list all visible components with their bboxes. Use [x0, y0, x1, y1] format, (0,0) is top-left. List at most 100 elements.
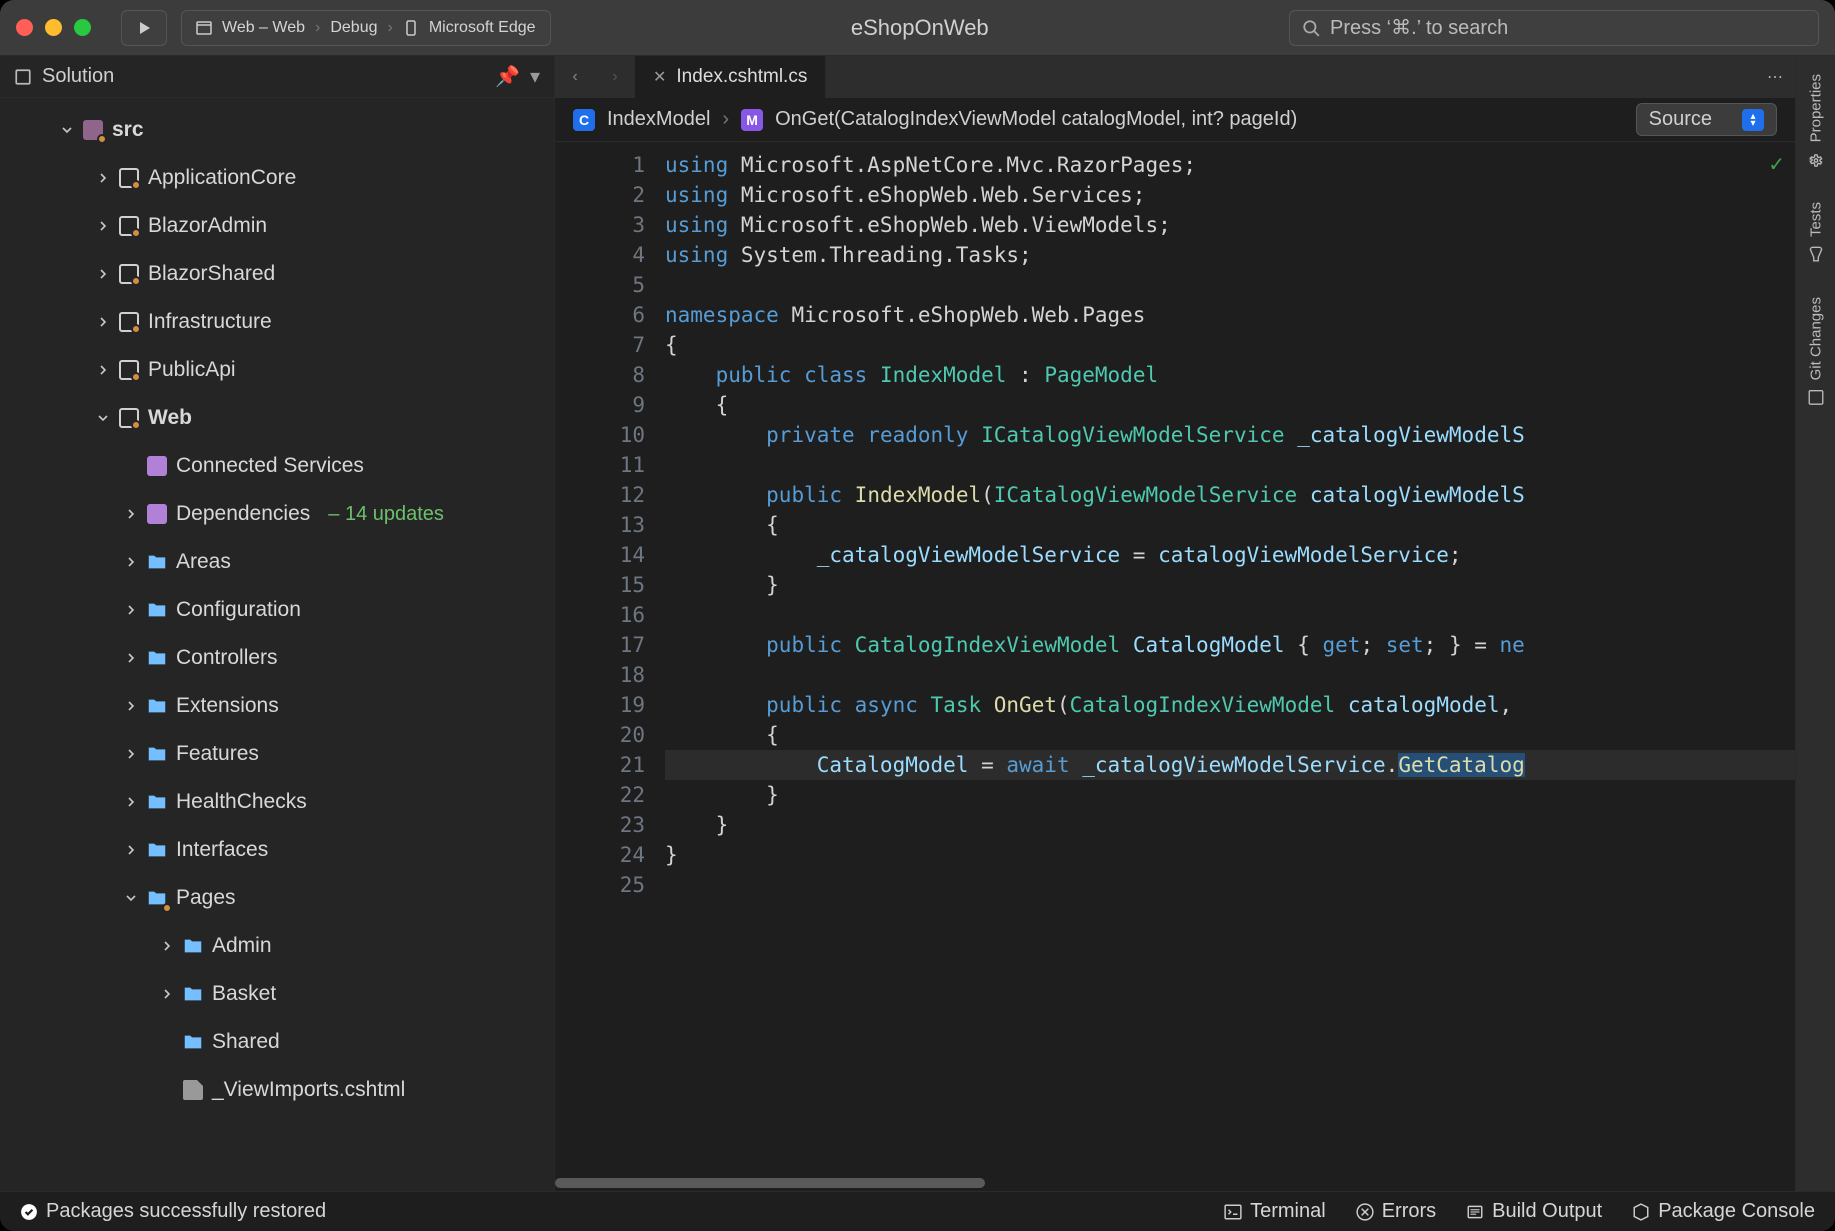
tree-item-label: Shared — [212, 1030, 280, 1054]
global-search-input[interactable]: Press ‘⌘.’ to search — [1289, 10, 1819, 46]
folder-icon — [146, 743, 168, 765]
tree-item[interactable]: Basket — [0, 970, 554, 1018]
horizontal-scrollbar[interactable] — [555, 1175, 1795, 1191]
scrollbar-thumb[interactable] — [555, 1178, 985, 1188]
search-icon — [1302, 19, 1320, 37]
app-title: eShopOnWeb — [565, 15, 1275, 41]
chevron-right-icon[interactable] — [124, 604, 138, 616]
run-browser-label: Microsoft Edge — [429, 19, 536, 37]
tree-item[interactable]: Controllers — [0, 634, 554, 682]
nav-back-button[interactable]: ‹ — [555, 56, 595, 98]
tree-item[interactable]: Extensions — [0, 682, 554, 730]
rail-tab-git changes[interactable]: Git Changes — [1807, 297, 1825, 406]
chevron-right-icon[interactable] — [96, 172, 110, 184]
file-icon — [182, 1079, 204, 1101]
tree-item[interactable]: Areas — [0, 538, 554, 586]
chevron-right-icon[interactable] — [124, 796, 138, 808]
chevron-right-icon[interactable] — [124, 508, 138, 520]
tree-item[interactable]: Configuration — [0, 586, 554, 634]
tree-item[interactable]: BlazorShared — [0, 250, 554, 298]
tree-item-label: BlazorShared — [148, 262, 275, 286]
solution-tree[interactable]: src ApplicationCore BlazorAdmin BlazorSh… — [0, 98, 554, 1191]
tree-item[interactable]: BlazorAdmin — [0, 202, 554, 250]
close-window-button[interactable] — [16, 19, 33, 36]
titlebar: Web – Web › Debug › Microsoft Edge eShop… — [0, 0, 1835, 56]
chevron-right-icon[interactable] — [124, 556, 138, 568]
file-tab-label: Index.cshtml.cs — [676, 66, 807, 88]
chevron-down-icon[interactable]: ▾ — [530, 64, 540, 89]
tree-item[interactable]: Features — [0, 730, 554, 778]
breadcrumb-class[interactable]: IndexModel — [607, 108, 710, 131]
panel-build-output-button[interactable]: Build Output — [1466, 1200, 1602, 1223]
tree-item[interactable]: Infrastructure — [0, 298, 554, 346]
tree-item[interactable]: Dependencies – 14 updates — [0, 490, 554, 538]
tree-item[interactable]: Pages — [0, 874, 554, 922]
line-number-gutter: 1234567891011121314151617181920212223242… — [555, 142, 665, 908]
source-view-dropdown[interactable]: Source — [1636, 103, 1777, 136]
tree-item[interactable]: PublicApi — [0, 346, 554, 394]
tree-item[interactable]: _ViewImports.cshtml — [0, 1066, 554, 1114]
tests-icon — [1807, 245, 1825, 263]
tree-item-label: PublicApi — [148, 358, 236, 382]
tree-item[interactable]: Admin — [0, 922, 554, 970]
chevron-right-icon[interactable] — [96, 220, 110, 232]
chevron-right-icon[interactable] — [96, 316, 110, 328]
chevron-down-icon[interactable] — [60, 124, 74, 136]
error-icon — [1356, 1203, 1374, 1221]
chevron-down-icon[interactable] — [96, 412, 110, 424]
chevron-right-icon[interactable] — [160, 940, 174, 952]
folder-icon — [146, 887, 168, 909]
status-bar: Packages successfully restored Terminal … — [0, 1191, 1835, 1231]
project-icon — [118, 311, 140, 333]
code-content[interactable]: using Microsoft.AspNetCore.Mvc.RazorPage… — [665, 142, 1795, 908]
chevron-right-icon[interactable] — [124, 844, 138, 856]
tree-item[interactable]: Connected Services — [0, 442, 554, 490]
chevron-right-icon[interactable] — [160, 988, 174, 1000]
rail-tab-properties[interactable]: Properties — [1807, 74, 1825, 168]
tree-item[interactable]: HealthChecks — [0, 778, 554, 826]
tree-item-suffix: – 14 updates — [328, 503, 444, 526]
chevron-right-icon[interactable] — [96, 268, 110, 280]
tree-item-label: ApplicationCore — [148, 166, 296, 190]
project-icon — [118, 263, 140, 285]
panel-errors-button[interactable]: Errors — [1356, 1200, 1436, 1223]
project-icon — [118, 215, 140, 237]
chevron-right-icon[interactable] — [124, 700, 138, 712]
run-target-label: Web – Web — [222, 19, 305, 37]
solution-sidebar: Solution 📌 ▾ src ApplicationCore BlazorA… — [0, 56, 555, 1191]
solution-icon — [14, 68, 32, 86]
sidebar-header: Solution 📌 ▾ — [0, 56, 554, 98]
window-controls — [16, 19, 91, 36]
dependencies-icon — [146, 503, 168, 525]
tree-item-label: Areas — [176, 550, 231, 574]
run-button[interactable] — [121, 10, 167, 46]
breadcrumb-method[interactable]: OnGet(CatalogIndexViewModel catalogModel… — [775, 108, 1297, 131]
panel-package-console-button[interactable]: Package Console — [1632, 1200, 1815, 1223]
code-editor[interactable]: ✓ 12345678910111213141516171819202122232… — [555, 142, 1795, 1191]
chevron-right-icon[interactable] — [124, 748, 138, 760]
chevron-right-icon[interactable] — [124, 652, 138, 664]
tree-item[interactable]: Shared — [0, 1018, 554, 1066]
tree-item[interactable]: src — [0, 106, 554, 154]
pin-icon[interactable]: 📌 — [495, 64, 520, 89]
panel-terminal-button[interactable]: Terminal — [1224, 1200, 1326, 1223]
tab-overflow-button[interactable]: ⋯ — [1755, 56, 1795, 98]
minimize-window-button[interactable] — [45, 19, 62, 36]
tree-item-label: Admin — [212, 934, 272, 958]
tree-item-label: src — [112, 118, 144, 142]
nav-forward-button[interactable]: › — [595, 56, 635, 98]
tree-item[interactable]: Web — [0, 394, 554, 442]
editor-tabstrip: ‹ › ✕ Index.cshtml.cs ⋯ — [555, 56, 1795, 98]
maximize-window-button[interactable] — [74, 19, 91, 36]
close-icon[interactable]: ✕ — [653, 67, 666, 87]
project-icon — [118, 359, 140, 381]
run-configuration-group[interactable]: Web – Web › Debug › Microsoft Edge — [181, 10, 551, 46]
rail-tab-tests[interactable]: Tests — [1807, 202, 1825, 263]
chevron-right-icon: › — [315, 19, 320, 37]
tree-item[interactable]: ApplicationCore — [0, 154, 554, 202]
project-icon — [118, 407, 140, 429]
tree-item[interactable]: Interfaces — [0, 826, 554, 874]
file-tab-active[interactable]: ✕ Index.cshtml.cs — [635, 56, 826, 98]
chevron-down-icon[interactable] — [124, 892, 138, 904]
chevron-right-icon[interactable] — [96, 364, 110, 376]
